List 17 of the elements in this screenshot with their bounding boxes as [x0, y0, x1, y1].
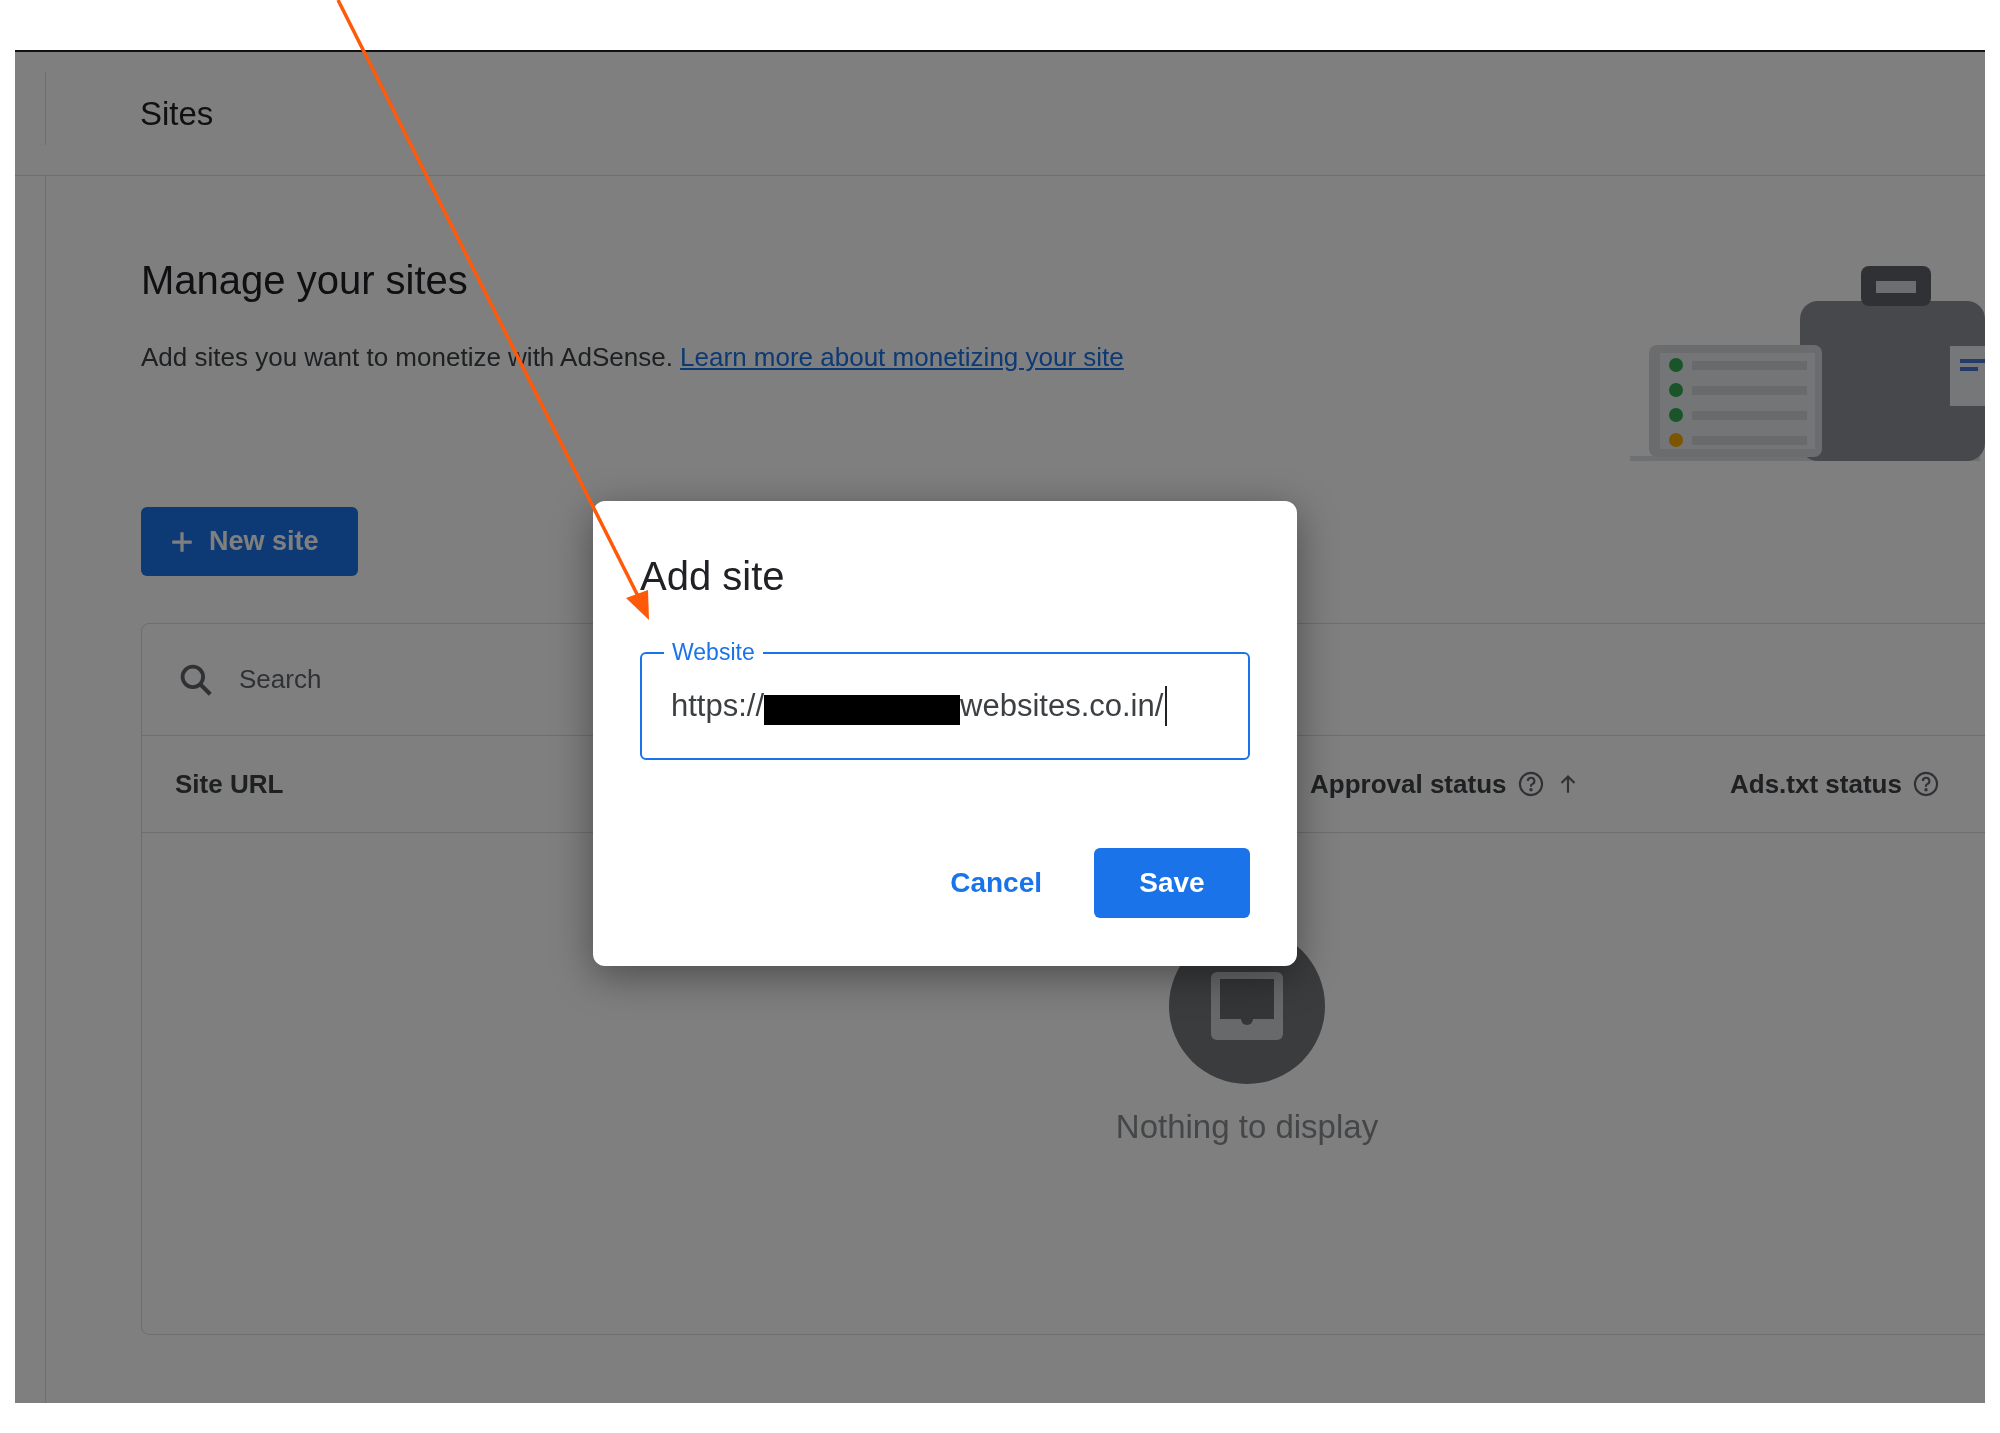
search-field[interactable]: Search	[237, 663, 641, 696]
field-value: https://	[671, 688, 765, 724]
learn-more-link[interactable]: Learn more about monetizing your site	[680, 342, 1124, 372]
column-header[interactable]: Ads.txt status	[1730, 768, 1902, 800]
dialog-title: Add site	[640, 553, 786, 600]
new-site-button[interactable]: New site	[141, 507, 358, 576]
field-value: websites.co.in/	[960, 688, 1164, 724]
column-header[interactable]: Site URL	[175, 768, 284, 800]
help-icon[interactable]	[1911, 770, 1940, 798]
save-button[interactable]: Save	[1094, 848, 1250, 918]
cancel-button[interactable]: Cancel	[938, 853, 1054, 913]
section-heading: Manage your sites	[141, 257, 469, 304]
text-cursor	[1165, 686, 1168, 726]
empty-message: Nothing to display	[1115, 1108, 1379, 1146]
page-title: Sites	[140, 94, 214, 133]
help-icon[interactable]	[1516, 770, 1545, 798]
column-header[interactable]: Approval status	[1310, 768, 1507, 800]
